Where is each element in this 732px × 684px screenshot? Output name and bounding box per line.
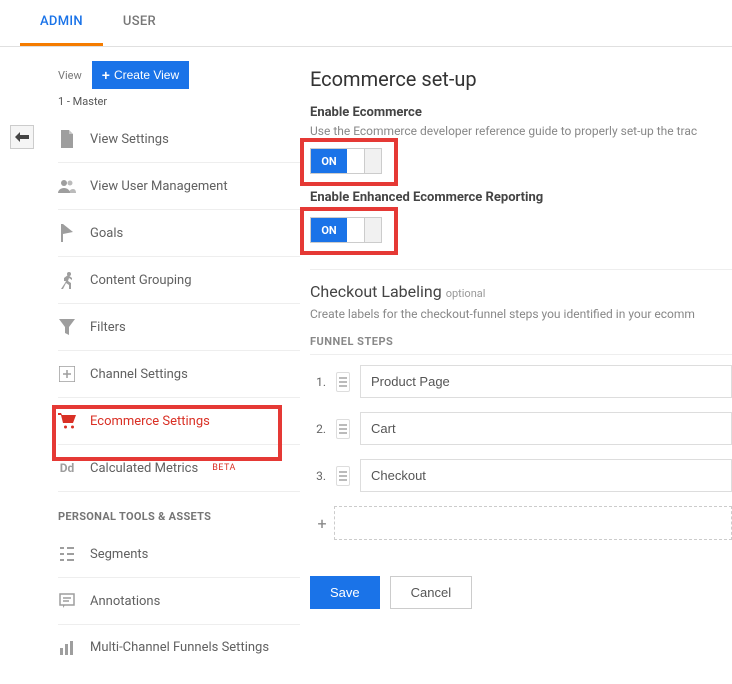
- sidebar-item-calculated-metrics[interactable]: Dd Calculated Metrics BETA: [58, 445, 300, 492]
- enhanced-label: Enable Enhanced Ecommerce Reporting: [310, 190, 732, 205]
- sidebar-item-segments[interactable]: Segments: [58, 531, 300, 578]
- back-arrow-button[interactable]: [10, 125, 34, 149]
- step-number: 3.: [310, 469, 326, 483]
- tab-user[interactable]: USER: [103, 0, 176, 46]
- sidebar-item-goals[interactable]: Goals: [58, 210, 300, 257]
- users-icon: [58, 177, 76, 195]
- add-step-placeholder[interactable]: [334, 506, 732, 540]
- segments-icon: [58, 545, 76, 563]
- funnel-step-row: 1.: [310, 365, 732, 398]
- toggle-knob: [347, 149, 365, 173]
- save-button[interactable]: Save: [310, 576, 380, 609]
- sidebar-item-ecommerce[interactable]: Ecommerce Settings: [58, 398, 300, 445]
- sidebar-item-annotations[interactable]: Annotations: [58, 578, 300, 625]
- view-master[interactable]: 1 - Master: [0, 95, 300, 108]
- page-title: Ecommerce set-up: [310, 67, 732, 91]
- sidebar-item-label: View Settings: [90, 132, 169, 147]
- annotation-icon: [58, 592, 76, 610]
- toggle-on-label: ON: [311, 149, 347, 173]
- step-input[interactable]: [360, 365, 732, 398]
- create-view-button[interactable]: + Create View: [92, 61, 189, 89]
- sidebar-item-label: Segments: [90, 547, 148, 562]
- bars-icon: [58, 639, 76, 657]
- sidebar-item-label: View User Management: [90, 179, 228, 194]
- enhanced-ecommerce-toggle[interactable]: ON: [310, 217, 382, 243]
- add-step-button[interactable]: +: [310, 514, 334, 533]
- toggle-knob: [347, 218, 365, 242]
- sidebar-item-filters[interactable]: Filters: [58, 304, 300, 351]
- step-number: 1.: [310, 375, 326, 389]
- channel-icon: [58, 365, 76, 383]
- toggle-on-label: ON: [311, 218, 347, 242]
- beta-badge: BETA: [212, 463, 236, 473]
- funnel-step-row: 3.: [310, 459, 732, 492]
- sidebar-item-label: Goals: [90, 226, 123, 241]
- sidebar-item-view-settings[interactable]: View Settings: [58, 116, 300, 163]
- tab-admin[interactable]: ADMIN: [20, 0, 103, 46]
- step-input[interactable]: [360, 412, 732, 445]
- plus-icon: +: [102, 67, 110, 83]
- back-arrow-icon: [15, 132, 29, 142]
- top-tabs: ADMIN USER: [0, 0, 732, 47]
- enable-ecommerce-toggle[interactable]: ON: [310, 148, 382, 174]
- sidebar-item-label: Filters: [90, 320, 126, 335]
- funnel-step-row: 2.: [310, 412, 732, 445]
- filter-icon: [58, 318, 76, 336]
- sidebar-item-content-grouping[interactable]: Content Grouping: [58, 257, 300, 304]
- enable-ecommerce-help: Use the Ecommerce developer reference gu…: [310, 124, 732, 138]
- sidebar-item-label: Calculated Metrics: [90, 461, 198, 476]
- view-label: View: [58, 69, 82, 82]
- drag-handle-icon[interactable]: [336, 372, 350, 392]
- document-icon: [58, 130, 76, 148]
- person-run-icon: [58, 271, 76, 289]
- cancel-button[interactable]: Cancel: [390, 576, 472, 609]
- flag-icon: [58, 224, 76, 242]
- sidebar-item-user-mgmt[interactable]: View User Management: [58, 163, 300, 210]
- funnel-steps-header: FUNNEL STEPS: [310, 335, 732, 355]
- sidebar-item-label: Ecommerce Settings: [90, 414, 210, 429]
- personal-tools-header: PERSONAL TOOLS & ASSETS: [58, 492, 300, 531]
- enable-ecommerce-label: Enable Ecommerce: [310, 105, 732, 120]
- drag-handle-icon[interactable]: [336, 419, 350, 439]
- sidebar-item-mcf[interactable]: Multi-Channel Funnels Settings: [58, 625, 300, 671]
- drag-handle-icon[interactable]: [336, 466, 350, 486]
- dd-icon: Dd: [58, 459, 76, 477]
- optional-label: optional: [446, 287, 486, 300]
- sidebar-item-channel-settings[interactable]: Channel Settings: [58, 351, 300, 398]
- step-number: 2.: [310, 422, 326, 436]
- create-view-label: Create View: [114, 68, 179, 82]
- sidebar-item-label: Content Grouping: [90, 273, 192, 288]
- checkout-help: Create labels for the checkout-funnel st…: [310, 307, 732, 321]
- sidebar-item-label: Channel Settings: [90, 367, 188, 382]
- cart-icon: [58, 412, 76, 430]
- checkout-labeling-title: Checkout Labeling optional: [310, 269, 732, 301]
- step-input[interactable]: [360, 459, 732, 492]
- sidebar-item-label: Multi-Channel Funnels Settings: [90, 640, 269, 657]
- sidebar-item-label: Annotations: [90, 594, 160, 609]
